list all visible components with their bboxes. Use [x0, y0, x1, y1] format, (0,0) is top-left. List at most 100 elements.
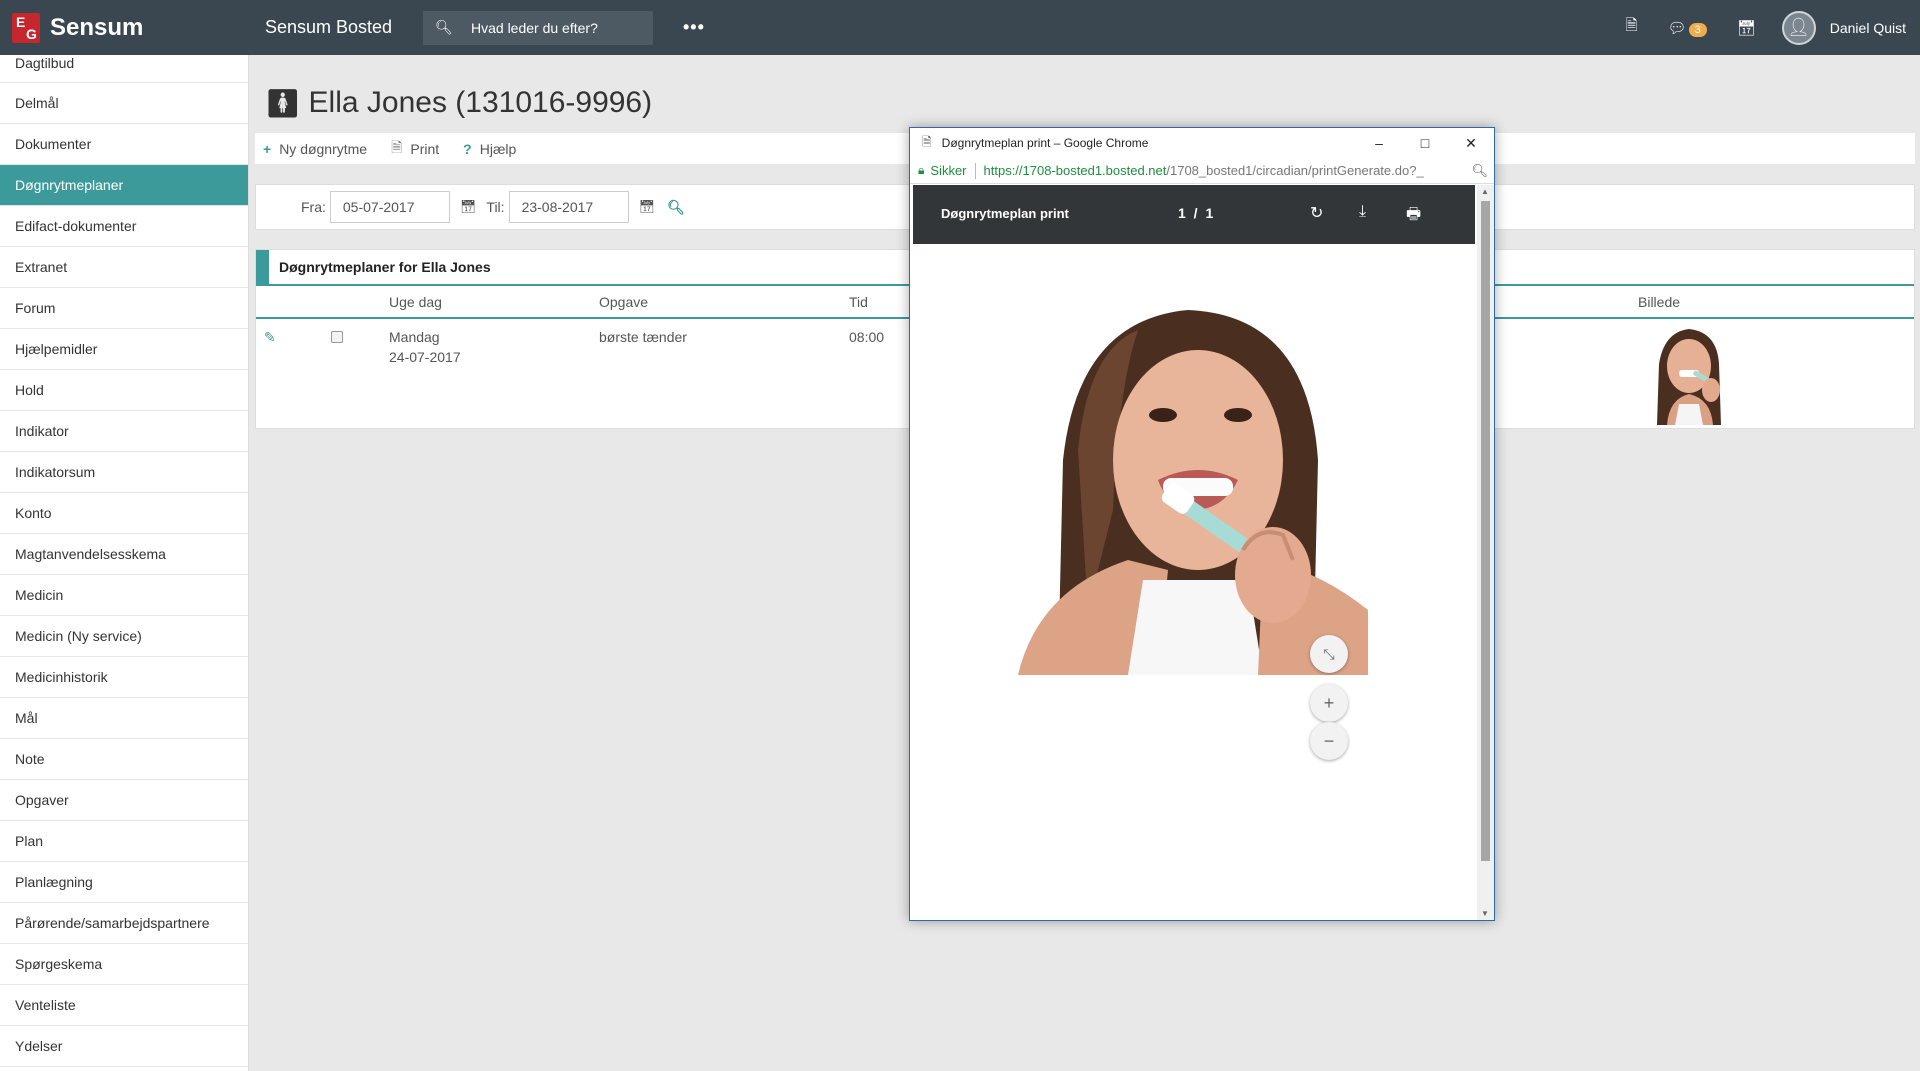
column-weekday[interactable]: Uge dag	[389, 294, 442, 310]
zoom-in-icon[interactable]: +	[1310, 684, 1348, 722]
sidebar-item-medicin[interactable]: Medicin	[0, 575, 248, 616]
help-button[interactable]: ? Hjælp	[463, 141, 516, 157]
search-placeholder: Hvad leder du efter?	[471, 19, 598, 36]
pdf-page-indicator: 1 / 1	[1178, 205, 1216, 221]
pdf-scrollbar[interactable]: ▲ ▼	[1477, 185, 1494, 920]
username[interactable]: Daniel Quist	[1830, 20, 1906, 36]
toothbrushing-image	[1018, 310, 1368, 675]
edit-pencil-icon[interactable]: ✎	[264, 327, 276, 347]
row-weekday: Mandag	[389, 329, 440, 345]
citizen-name: Ella Jones (131016-9996)	[308, 86, 653, 119]
scroll-up-icon[interactable]: ▲	[1481, 187, 1489, 196]
column-image[interactable]: Billede	[1638, 294, 1680, 310]
zoom-icon[interactable]: 🔍︎	[1471, 163, 1488, 179]
print-popup-window: 🗎 Døgnrytmeplan print – Google Chrome – …	[909, 127, 1495, 921]
calendar-icon[interactable]: 📅︎	[1737, 19, 1756, 37]
sidebar-item-paaroerende[interactable]: Pårørende/samarbejdspartnere	[0, 903, 248, 944]
row-weekday-cell: Mandag 24-07-2017	[389, 327, 461, 367]
question-icon: ?	[463, 140, 472, 157]
sidebar-item-venteliste[interactable]: Venteliste	[0, 985, 248, 1026]
sidebar-item-indikatorsum[interactable]: Indikatorsum	[0, 452, 248, 493]
column-time[interactable]: Tid	[849, 294, 868, 310]
sidebar-item-hold[interactable]: Hold	[0, 370, 248, 411]
sidebar-item-maal[interactable]: Mål	[0, 698, 248, 739]
page-title: 🚺︎ Ella Jones (131016-9996)	[265, 86, 652, 120]
sidebar-item-indikator[interactable]: Indikator	[0, 411, 248, 452]
column-task[interactable]: Opgave	[599, 294, 648, 310]
scroll-thumb[interactable]	[1481, 201, 1490, 861]
calendar-icon[interactable]: 📅︎	[460, 199, 477, 215]
download-icon[interactable]: ⤓	[1359, 203, 1366, 221]
fit-page-icon[interactable]: ⤡	[1310, 635, 1348, 673]
sidebar-item-ydelser[interactable]: Ydelser	[0, 1026, 248, 1067]
sidebar-item-forum[interactable]: Forum	[0, 288, 248, 329]
maximize-icon[interactable]: □	[1402, 128, 1448, 158]
new-rhythm-label: Ny døgnrytme	[279, 140, 368, 157]
sidebar-item-opgaver[interactable]: Opgaver	[0, 780, 248, 821]
messages-badge: 3	[1688, 22, 1707, 37]
secure-label: Sikker	[930, 163, 967, 178]
pdf-toolbar: Døgnrytmeplan print 1 / 1 ↻ ⤓ 🖶︎	[913, 185, 1475, 244]
pdf-page: ⤡ + −	[913, 244, 1475, 919]
sidebar-item-hjaelpemidler[interactable]: Hjælpemidler	[0, 329, 248, 370]
topbar-actions: 🗎 💬︎ 3 📅︎ 👤︎ Daniel Quist	[1595, 0, 1906, 55]
sidebar-item-dagtilbud[interactable]: Dagtilbud	[0, 55, 248, 83]
document-icon[interactable]: 🗎	[1625, 15, 1637, 40]
sidebar-item-delmaal[interactable]: Delmål	[0, 83, 248, 124]
row-checkbox[interactable]	[331, 331, 343, 343]
minimize-icon[interactable]: –	[1356, 128, 1402, 158]
logo[interactable]: EG Sensum	[0, 12, 250, 43]
female-person-icon: 🚺︎	[265, 87, 301, 119]
address-separator	[974, 162, 976, 179]
to-label: Til:	[486, 199, 505, 215]
top-bar: EG Sensum Sensum Bosted 🔍︎ Hvad leder du…	[0, 0, 1920, 55]
sidebar-item-doegnrytmeplaner[interactable]: Døgnrytmeplaner	[0, 165, 248, 206]
help-label: Hjælp	[479, 140, 517, 157]
task-thumbnail-image[interactable]	[1639, 324, 1737, 425]
close-icon[interactable]: ✕	[1448, 128, 1494, 158]
eg-logo-icon: EG	[12, 12, 40, 43]
window-controls: – □ ✕	[1356, 128, 1494, 158]
sidebar-item-medicin-ny[interactable]: Medicin (Ny service)	[0, 616, 248, 657]
chat-icon: 💬︎	[1667, 19, 1687, 37]
sidebar-item-edifact[interactable]: Edifact-dokumenter	[0, 206, 248, 247]
row-checkbox-wrap	[331, 331, 343, 343]
url-host: https://1708-bosted1.bosted.net	[983, 163, 1167, 178]
zoom-out-icon[interactable]: −	[1310, 722, 1348, 760]
printer-icon[interactable]: 🖶︎	[1406, 203, 1421, 230]
sidebar-item-plan[interactable]: Plan	[0, 821, 248, 862]
more-menu-icon[interactable]: •••	[683, 17, 705, 38]
print-label: Print	[410, 140, 440, 157]
sidebar-item-dokumenter[interactable]: Dokumenter	[0, 124, 248, 165]
sidebar-item-konto[interactable]: Konto	[0, 493, 248, 534]
search-input[interactable]: 🔍︎ Hvad leder du efter?	[423, 10, 653, 45]
sidebar-item-note[interactable]: Note	[0, 739, 248, 780]
app-title[interactable]: Sensum Bosted	[265, 17, 423, 38]
sidebar-item-planlaegning[interactable]: Planlægning	[0, 862, 248, 903]
row-time: 08:00	[849, 329, 885, 345]
sidebar-item-medicinhistorik[interactable]: Medicinhistorik	[0, 657, 248, 698]
pdf-file-icon: 🗎	[391, 138, 403, 155]
new-rhythm-button[interactable]: + Ny døgnrytme	[263, 141, 367, 157]
calendar-icon[interactable]: 📅︎	[639, 199, 656, 215]
popup-window-title: Døgnrytmeplan print – Google Chrome	[941, 136, 1149, 150]
sidebar-item-extranet[interactable]: Extranet	[0, 247, 248, 288]
from-date-input[interactable]: 05-07-2017	[329, 191, 450, 223]
to-date-input[interactable]: 23-08-2017	[508, 191, 629, 223]
url-path: /1708_bosted1/circadian/printGenerate.do…	[1166, 163, 1424, 178]
scroll-down-icon[interactable]: ▼	[1481, 909, 1489, 918]
page-icon: 🗎	[922, 134, 932, 149]
sidebar: Dagtilbud Delmål Dokumenter Døgnrytmepla…	[0, 55, 249, 1071]
print-button[interactable]: 🗎 Print	[391, 137, 439, 161]
search-icon[interactable]: 🔍︎	[667, 199, 685, 216]
row-task: børste tænder	[599, 329, 687, 345]
sidebar-item-magtanvendelsesskema[interactable]: Magtanvendelsesskema	[0, 534, 248, 575]
rotate-icon[interactable]: ↻	[1310, 203, 1323, 223]
address-bar[interactable]: 🔒︎ Sikker https://1708-bosted1.bosted.ne…	[910, 158, 1494, 184]
messages-button[interactable]: 💬︎ 3	[1668, 19, 1707, 37]
pdf-title: Døgnrytmeplan print	[941, 206, 1069, 221]
plus-icon: +	[263, 140, 272, 157]
sidebar-item-spoergeskema[interactable]: Spørgeskema	[0, 944, 248, 985]
avatar[interactable]: 👤︎	[1781, 10, 1816, 45]
row-date: 24-07-2017	[389, 349, 461, 365]
